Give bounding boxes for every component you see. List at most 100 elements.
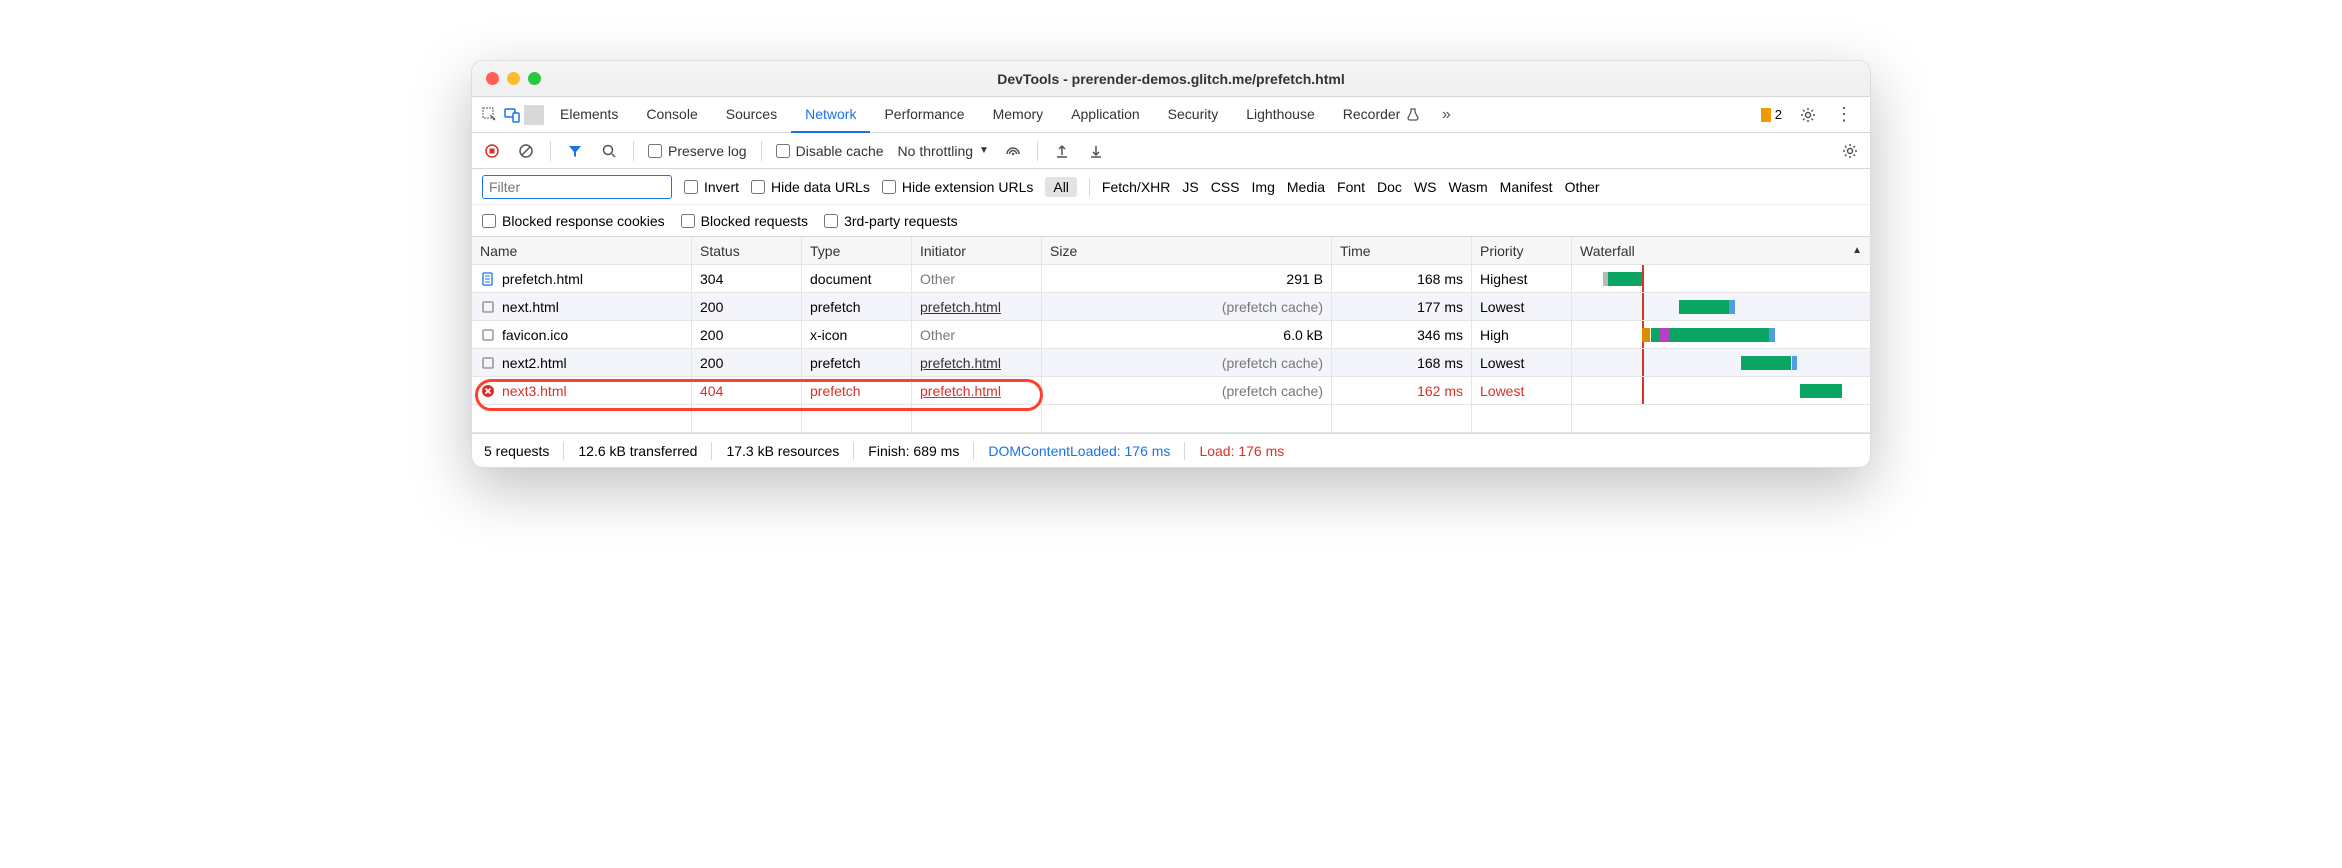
clear-button[interactable] — [516, 141, 536, 161]
initiator-link[interactable]: prefetch.html — [920, 383, 1001, 399]
inspect-icon[interactable] — [480, 105, 500, 125]
upload-har-icon[interactable] — [1052, 141, 1072, 161]
filter-type-wasm[interactable]: Wasm — [1449, 179, 1488, 195]
table-row-empty — [472, 405, 1870, 433]
titlebar: DevTools - prerender-demos.glitch.me/pre… — [472, 61, 1870, 97]
type-cell: x-icon — [802, 321, 912, 348]
filter-bar: Invert Hide data URLs Hide extension URL… — [472, 169, 1870, 205]
col-size[interactable]: Size — [1042, 237, 1332, 264]
table-header: Name Status Type Initiator Size Time Pri… — [472, 237, 1870, 265]
col-status[interactable]: Status — [692, 237, 802, 264]
divider — [973, 442, 974, 460]
tab-performance[interactable]: Performance — [870, 97, 978, 133]
minimize-window-button[interactable] — [507, 72, 520, 85]
divider — [550, 141, 551, 161]
initiator-link[interactable]: prefetch.html — [920, 299, 1001, 315]
transferred-size: 12.6 kB transferred — [578, 443, 697, 459]
waterfall-cell — [1572, 321, 1870, 348]
divider — [1184, 442, 1185, 460]
status-cell: 404 — [692, 377, 802, 404]
third-party-checkbox[interactable]: 3rd-party requests — [824, 213, 958, 229]
hide-extension-urls-checkbox[interactable]: Hide extension URLs — [882, 179, 1034, 195]
priority-cell: High — [1472, 321, 1572, 348]
filter-type-doc[interactable]: Doc — [1377, 179, 1402, 195]
divider — [761, 141, 762, 161]
issues-count: 2 — [1775, 107, 1782, 122]
filter-type-media[interactable]: Media — [1287, 179, 1325, 195]
maximize-window-button[interactable] — [528, 72, 541, 85]
filter-type-all[interactable]: All — [1045, 177, 1077, 197]
tab-sources[interactable]: Sources — [712, 97, 791, 133]
initiator-text: Other — [920, 271, 955, 287]
time-cell: 177 ms — [1332, 293, 1472, 320]
filter-type-ws[interactable]: WS — [1414, 179, 1437, 195]
more-tabs-icon[interactable]: » — [1436, 105, 1456, 125]
initiator-cell: prefetch.html — [912, 377, 1042, 404]
preserve-log-checkbox[interactable]: Preserve log — [648, 143, 747, 159]
load-time: Load: 176 ms — [1199, 443, 1284, 459]
filter-type-img[interactable]: Img — [1252, 179, 1275, 195]
disable-cache-checkbox[interactable]: Disable cache — [776, 143, 884, 159]
close-window-button[interactable] — [486, 72, 499, 85]
tab-elements[interactable]: Elements — [546, 97, 632, 133]
tab-application[interactable]: Application — [1057, 97, 1154, 133]
record-button[interactable] — [482, 141, 502, 161]
hide-data-urls-checkbox[interactable]: Hide data URLs — [751, 179, 870, 195]
type-cell: prefetch — [802, 349, 912, 376]
table-row[interactable]: next2.html200prefetchprefetch.html(prefe… — [472, 349, 1870, 377]
tab-console[interactable]: Console — [632, 97, 711, 133]
throttling-select[interactable]: No throttling ▼ — [898, 143, 989, 159]
waterfall-cell — [1572, 265, 1870, 292]
col-waterfall[interactable]: Waterfall▲ — [1572, 237, 1870, 264]
divider — [563, 442, 564, 460]
filter-type-manifest[interactable]: Manifest — [1500, 179, 1553, 195]
col-priority[interactable]: Priority — [1472, 237, 1572, 264]
filter-type-font[interactable]: Font — [1337, 179, 1365, 195]
network-conditions-icon[interactable] — [1003, 141, 1023, 161]
issues-badge[interactable]: 2 — [1761, 107, 1782, 122]
request-box-icon — [480, 355, 496, 371]
filter-type-other[interactable]: Other — [1565, 179, 1600, 195]
blocked-requests-checkbox[interactable]: Blocked requests — [681, 213, 808, 229]
time-cell: 168 ms — [1332, 349, 1472, 376]
waterfall-cell — [1572, 349, 1870, 376]
table-row[interactable]: next3.html404prefetchprefetch.html(prefe… — [472, 377, 1870, 405]
invert-checkbox[interactable]: Invert — [684, 179, 739, 195]
tab-memory[interactable]: Memory — [979, 97, 1058, 133]
divider — [1089, 178, 1090, 196]
initiator-cell: Other — [912, 321, 1042, 348]
network-settings-icon[interactable] — [1840, 141, 1860, 161]
priority-cell: Lowest — [1472, 293, 1572, 320]
settings-icon[interactable] — [1798, 105, 1818, 125]
download-har-icon[interactable] — [1086, 141, 1106, 161]
col-initiator[interactable]: Initiator — [912, 237, 1042, 264]
device-toolbar-icon[interactable] — [502, 105, 522, 125]
kebab-menu-icon[interactable]: ⋮ — [1834, 105, 1854, 125]
col-type[interactable]: Type — [802, 237, 912, 264]
initiator-cell: prefetch.html — [912, 349, 1042, 376]
request-name: favicon.ico — [502, 327, 568, 343]
col-name[interactable]: Name — [472, 237, 692, 264]
size-cell: (prefetch cache) — [1042, 377, 1332, 404]
filter-icon[interactable] — [565, 141, 585, 161]
tab-lighthouse[interactable]: Lighthouse — [1232, 97, 1329, 133]
initiator-link[interactable]: prefetch.html — [920, 355, 1001, 371]
initiator-cell: prefetch.html — [912, 293, 1042, 320]
finish-time: Finish: 689 ms — [868, 443, 959, 459]
request-name: next.html — [502, 299, 559, 315]
col-time[interactable]: Time — [1332, 237, 1472, 264]
tab-recorder[interactable]: Recorder — [1329, 97, 1435, 133]
table-row[interactable]: next.html200prefetchprefetch.html(prefet… — [472, 293, 1870, 321]
tab-security[interactable]: Security — [1154, 97, 1233, 133]
search-icon[interactable] — [599, 141, 619, 161]
filter-type-css[interactable]: CSS — [1211, 179, 1240, 195]
table-row[interactable]: prefetch.html304documentOther291 B168 ms… — [472, 265, 1870, 293]
table-row[interactable]: favicon.ico200x-iconOther6.0 kB346 msHig… — [472, 321, 1870, 349]
blocked-cookies-checkbox[interactable]: Blocked response cookies — [482, 213, 665, 229]
tab-network[interactable]: Network — [791, 97, 870, 133]
filter-input[interactable] — [482, 175, 672, 199]
filter-type-fetch-xhr[interactable]: Fetch/XHR — [1102, 179, 1170, 195]
divider — [853, 442, 854, 460]
filter-type-js[interactable]: JS — [1182, 179, 1198, 195]
status-cell: 200 — [692, 349, 802, 376]
